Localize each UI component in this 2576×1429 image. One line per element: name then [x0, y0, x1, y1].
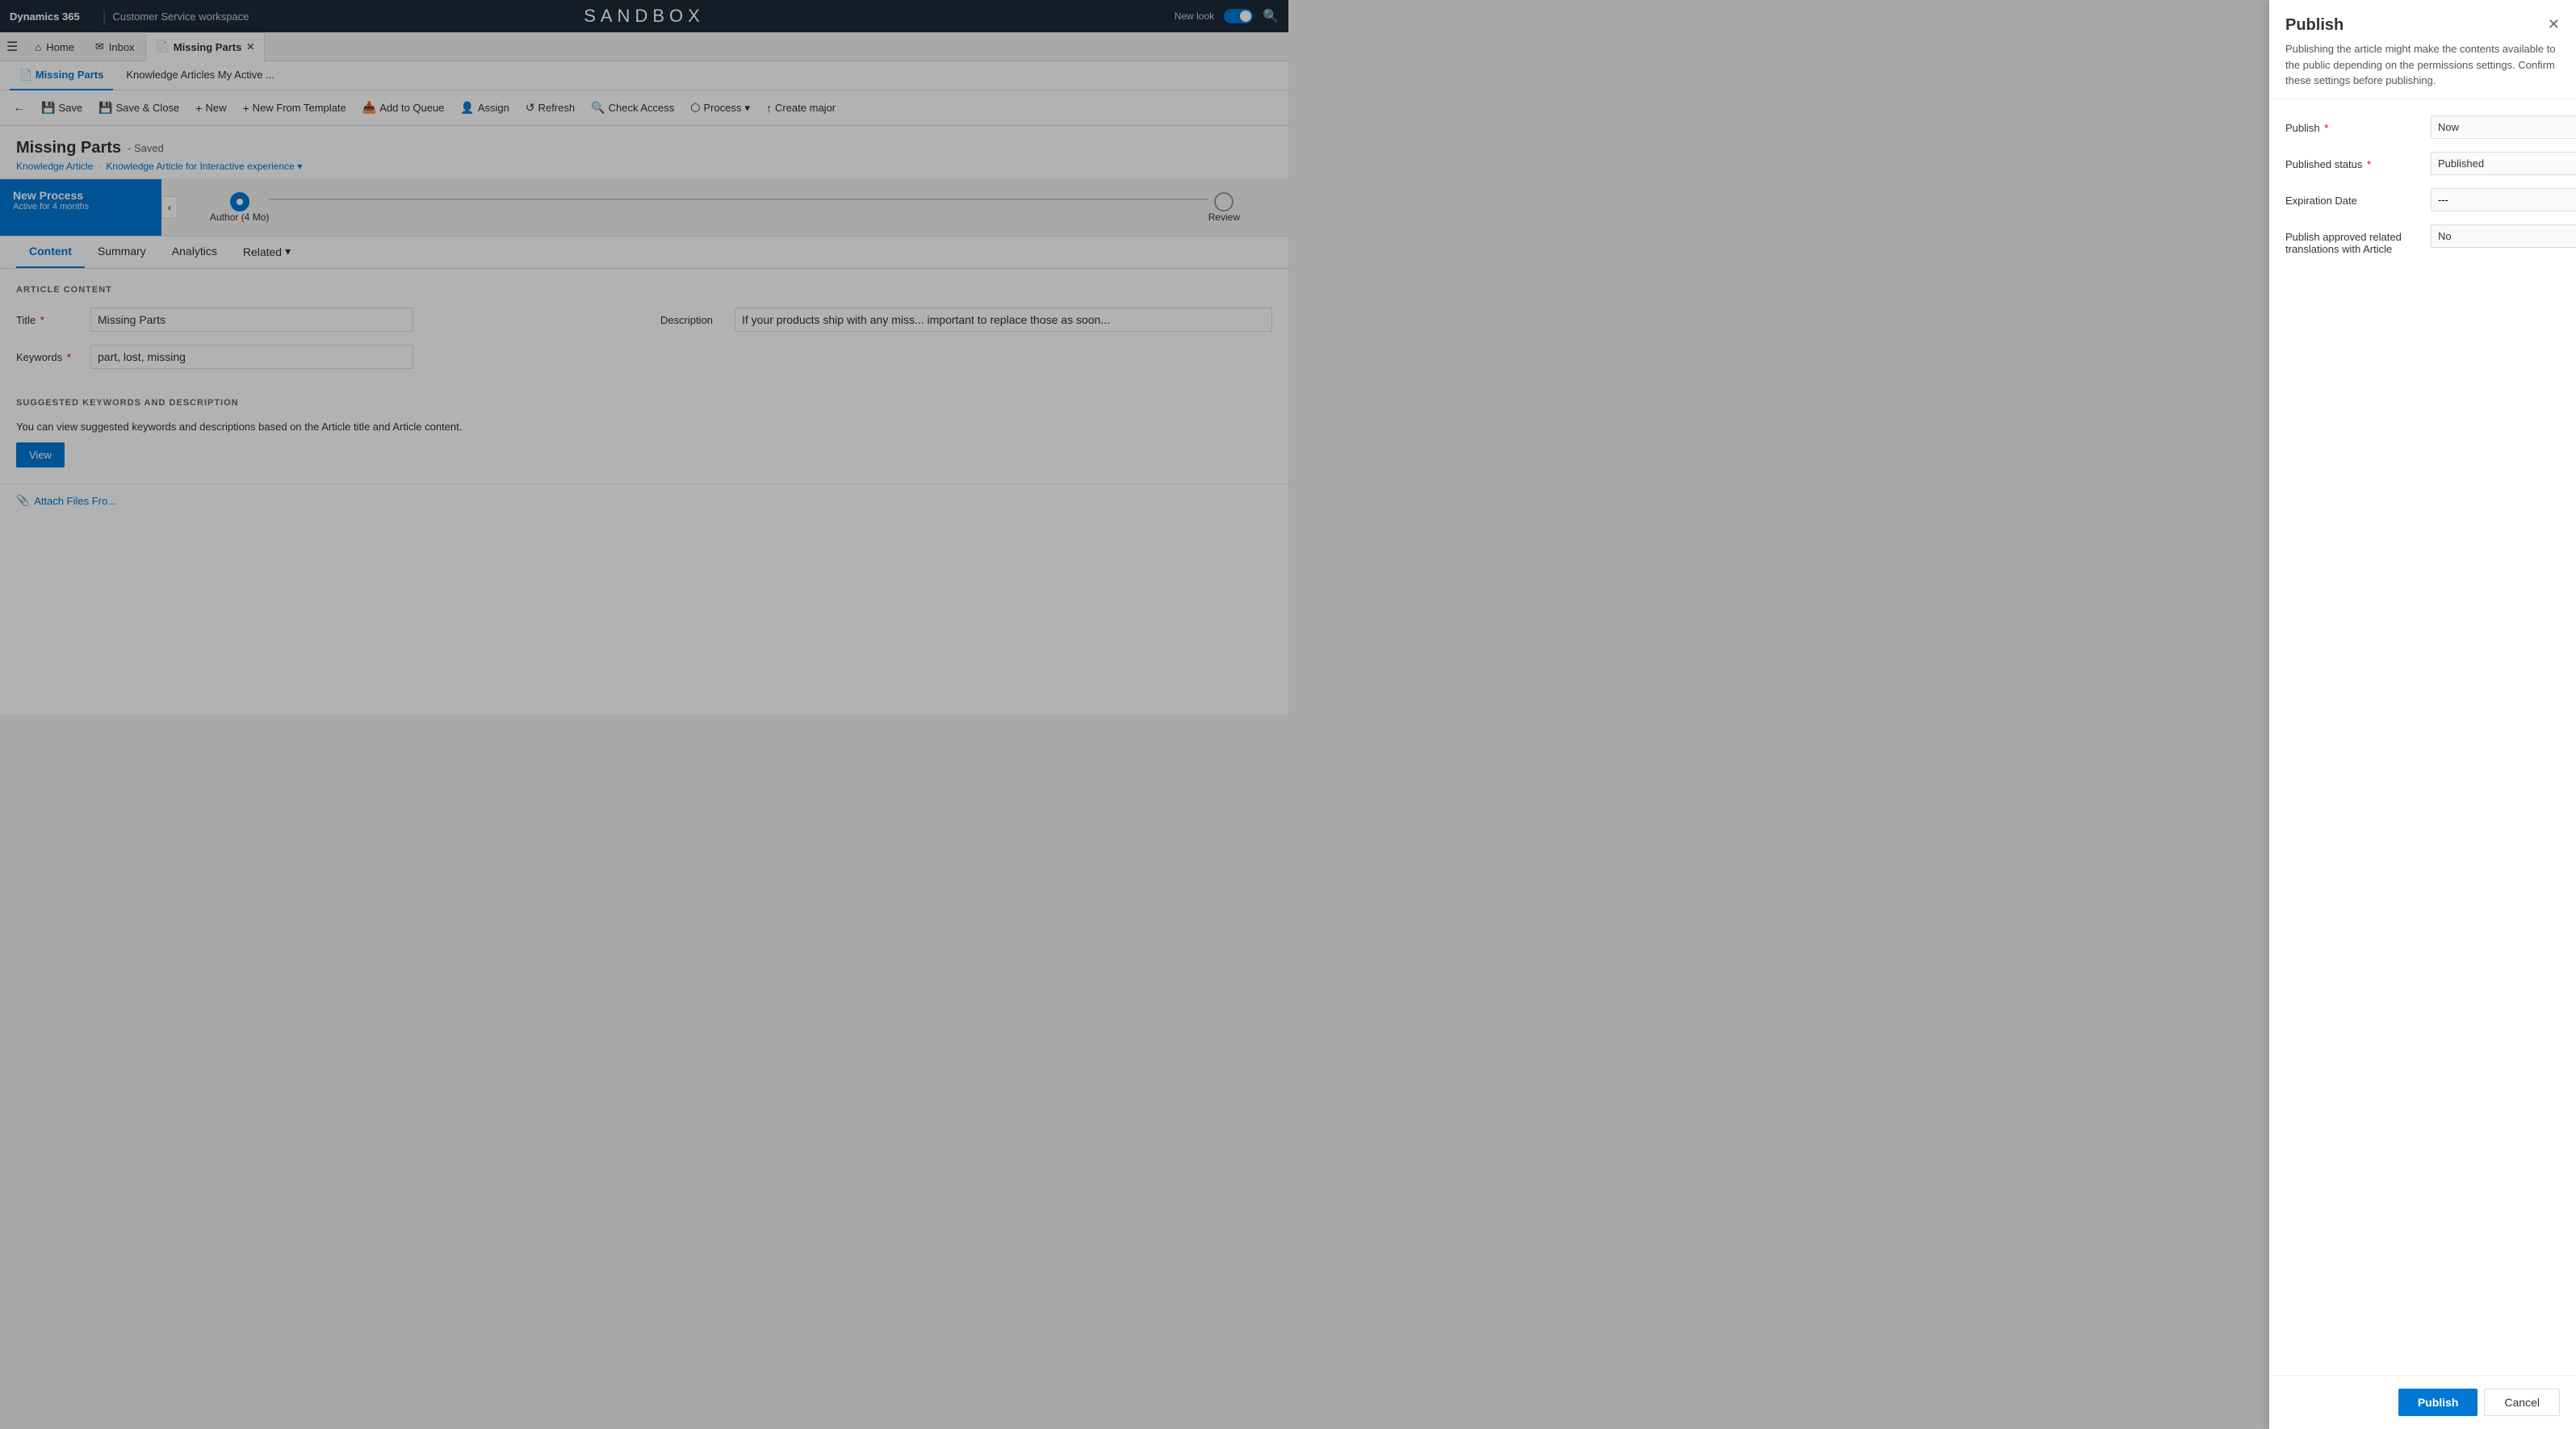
publish-header: Publish Publishing the article might mak…: [2269, 0, 2576, 99]
publish-close-button[interactable]: ✕: [2545, 13, 2563, 36]
publish-field-expiration: Expiration Date 📅: [2285, 188, 2560, 212]
modal-overlay[interactable]: [0, 0, 2576, 1429]
publish-field-label-status: Published status *: [2285, 152, 2431, 170]
publish-footer: Publish Cancel: [2269, 1375, 2576, 1429]
publish-field-publish: Publish *: [2285, 115, 2560, 139]
publish-field-translations: Publish approved related translations wi…: [2285, 224, 2560, 255]
expiration-date-input-wrapper[interactable]: 📅: [2431, 188, 2576, 212]
publish-field-label-publish: Publish *: [2285, 115, 2431, 134]
publish-body: Publish * Published status * Expiration …: [2269, 99, 2576, 1376]
status-required-marker: *: [2367, 158, 2371, 170]
publish-panel-title: Publish: [2285, 16, 2560, 35]
publish-field-input-publish[interactable]: [2431, 115, 2576, 139]
publish-required-marker: *: [2324, 122, 2328, 134]
publish-field-status: Published status *: [2285, 152, 2560, 175]
publish-panel: ✕ Publish Publishing the article might m…: [2269, 0, 2576, 1429]
publish-panel-description: Publishing the article might make the co…: [2285, 41, 2560, 89]
publish-field-input-translations[interactable]: [2431, 224, 2576, 248]
publish-button[interactable]: Publish: [2398, 1389, 2478, 1416]
expiration-date-input[interactable]: [2431, 189, 2576, 211]
publish-field-label-translations: Publish approved related translations wi…: [2285, 224, 2431, 255]
publish-field-label-expiration: Expiration Date: [2285, 188, 2431, 207]
publish-field-input-status[interactable]: [2431, 152, 2576, 175]
cancel-button[interactable]: Cancel: [2484, 1389, 2560, 1416]
